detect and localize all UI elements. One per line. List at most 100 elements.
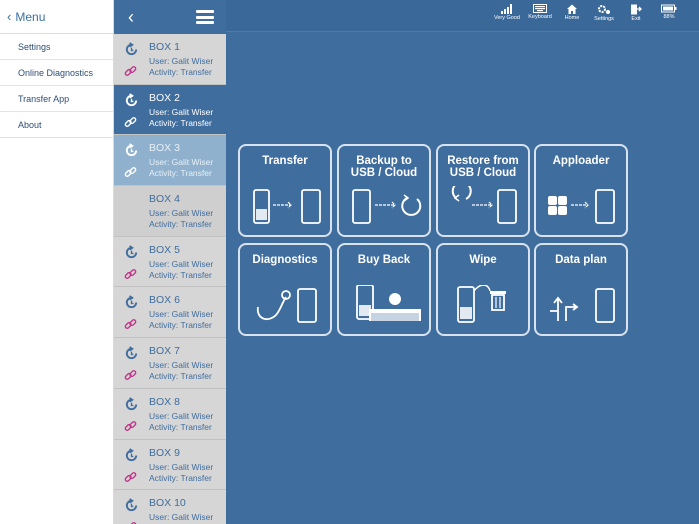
- box-user: User: Galit Wiser: [149, 309, 214, 320]
- settings-button[interactable]: Settings: [588, 4, 620, 22]
- tile-backup-line1: Backup to: [356, 155, 412, 167]
- tile-diagnostics-label: Diagnostics: [252, 254, 318, 266]
- signal-status: Very Good: [491, 4, 523, 21]
- menu-item-online-diagnostics[interactable]: Online Diagnostics: [0, 60, 113, 86]
- tile-restore-line2: USB / Cloud: [449, 167, 517, 179]
- menu-item-about[interactable]: About: [0, 112, 113, 138]
- link-icon[interactable]: [124, 369, 137, 382]
- home-label: Home: [564, 15, 580, 21]
- box-activity: Activity: Transfer: [149, 219, 212, 230]
- history-icon: [125, 346, 138, 360]
- keyboard-icon: [533, 4, 547, 13]
- home-button[interactable]: Home: [556, 4, 588, 21]
- box-row[interactable]: BOX 1 User: Galit Wiser Activity: Transfer: [114, 34, 226, 85]
- box-name: BOX 8: [149, 395, 180, 408]
- box-row[interactable]: BOX 10User: Galit WiserActivity: Transfe…: [114, 490, 226, 524]
- history-icon: [125, 397, 138, 410]
- history-icon: [125, 143, 138, 157]
- box-row[interactable]: BOX 4 User: Galit Wiser Activity: Transfer: [114, 186, 226, 237]
- box-row[interactable]: BOX 3 User: Galit Wiser Activity: Transfer: [114, 135, 226, 187]
- box-user: User: Galit Wiser: [149, 157, 214, 168]
- link-icon[interactable]: [124, 116, 137, 129]
- gear-icon: [598, 5, 610, 14]
- box-activity: Activity: Transfer: [149, 117, 212, 128]
- link-icon[interactable]: [124, 268, 137, 281]
- signal-label: Very Good: [494, 15, 520, 21]
- settings-label: Settings: [594, 16, 614, 22]
- box-row[interactable]: BOX 2 User: Galit Wiser Activity: Transfer: [114, 84, 226, 136]
- tile-transfer-label: Transfer: [262, 155, 308, 167]
- tile-backup-line2: USB / Cloud: [350, 167, 418, 179]
- history-icon: [125, 498, 138, 512]
- box-name: BOX 1: [149, 41, 180, 53]
- phone-trash-icon: [457, 285, 506, 323]
- cloud-to-phone-icon: [451, 186, 517, 224]
- back-arrow-icon[interactable]: ‹: [128, 8, 134, 26]
- history-icon: [125, 92, 138, 106]
- top-status-bar: Very Good Keyboard Home Settings Exit 88…: [226, 0, 699, 32]
- tile-data-plan[interactable]: Data plan: [534, 243, 628, 336]
- tile-restore[interactable]: Restore from USB / Cloud: [436, 144, 530, 237]
- box-row[interactable]: BOX 6 User: Galit Wiser Activity: Transfer: [114, 287, 226, 339]
- link-icon[interactable]: [124, 471, 137, 484]
- tile-apploader-label: Apploader: [552, 155, 610, 167]
- phone-cash-icon: [356, 285, 421, 322]
- exit-label: Exit: [631, 16, 641, 22]
- side-menu: ‹ Menu Settings Online Diagnostics Trans…: [0, 0, 114, 524]
- box-row[interactable]: BOX 9 User: Galit Wiser Activity: Transfer: [114, 439, 226, 491]
- menu-back-button[interactable]: ‹ Menu: [0, 0, 113, 34]
- apps-to-phone-icon: [548, 189, 615, 224]
- box-user: User: Galit Wiser: [149, 106, 214, 117]
- tile-buy-back[interactable]: Buy Back: [337, 243, 431, 336]
- hamburger-menu-icon[interactable]: [196, 10, 214, 24]
- box-name: BOX 2: [149, 91, 180, 104]
- box-activity: Activity: Transfer: [149, 320, 212, 331]
- tile-backup-label: Backup to USB / Cloud: [339, 155, 429, 179]
- box-name: BOX 4: [149, 193, 180, 206]
- box-activity: Activity: Transfer: [149, 472, 212, 483]
- box-activity: Activity: Transfer: [149, 67, 212, 77]
- tile-diagnostics[interactable]: Diagnostics: [238, 243, 332, 336]
- exit-door-icon: [631, 4, 642, 15]
- box-row[interactable]: BOX 7 User: Galit Wiser Activity: Transfer: [114, 338, 226, 389]
- tile-data-plan-label: Data plan: [555, 254, 607, 266]
- tile-apploader[interactable]: Apploader: [534, 144, 628, 237]
- history-icon: [125, 244, 138, 258]
- link-icon[interactable]: [124, 166, 137, 179]
- box-row[interactable]: BOX 5 User: Galit Wiser Activity: Transfer: [114, 236, 226, 288]
- box-name: BOX 6: [149, 294, 180, 307]
- link-icon[interactable]: [124, 318, 137, 331]
- tile-backup[interactable]: Backup to USB / Cloud: [337, 144, 431, 237]
- box-name: BOX 7: [149, 345, 180, 358]
- box-user: User: Galit Wiser: [149, 512, 214, 523]
- battery-label: 88%: [663, 14, 675, 20]
- exit-button[interactable]: Exit: [620, 4, 652, 22]
- phone-to-phone-icon: [253, 189, 321, 224]
- keyboard-button[interactable]: Keyboard: [524, 4, 556, 20]
- box-list-header: ‹: [114, 0, 226, 34]
- box-activity: Activity: Transfer: [149, 421, 212, 432]
- box-row[interactable]: BOX 8 User: Galit Wiser Activity: Transfer: [114, 388, 226, 440]
- battery-status: 88%: [653, 4, 685, 20]
- menu-item-settings[interactable]: Settings: [0, 34, 113, 60]
- tile-wipe[interactable]: Wipe: [436, 243, 530, 336]
- battery-icon: [661, 4, 677, 13]
- tile-transfer[interactable]: Transfer: [238, 144, 332, 237]
- history-icon: [125, 295, 138, 309]
- menu-title: Menu: [15, 9, 46, 24]
- box-user: User: Galit Wiser: [149, 56, 214, 66]
- box-user: User: Galit Wiser: [149, 410, 214, 421]
- box-name: BOX 3: [149, 142, 180, 155]
- link-icon[interactable]: [124, 420, 137, 433]
- tile-restore-line1: Restore from: [447, 155, 519, 167]
- tile-wipe-label: Wipe: [469, 254, 497, 266]
- box-name: BOX 9: [149, 446, 180, 459]
- home-icon: [567, 4, 577, 14]
- link-icon[interactable]: [124, 65, 137, 78]
- signal-icon: [501, 4, 512, 14]
- phone-to-cloud-icon: [352, 189, 422, 224]
- menu-item-transfer-app[interactable]: Transfer App: [0, 86, 113, 112]
- box-activity: Activity: Transfer: [149, 371, 212, 382]
- data-arrows-phone-icon: [550, 288, 615, 323]
- box-activity: Activity: Transfer: [149, 269, 212, 280]
